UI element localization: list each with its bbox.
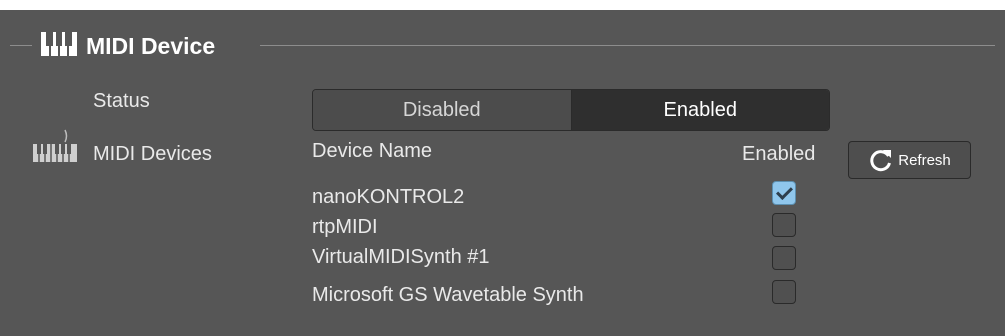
- section-header: MIDI Device: [40, 30, 215, 62]
- device-name: VirtualMIDISynth #1: [312, 246, 490, 268]
- section-title: MIDI Device: [86, 32, 216, 59]
- device-name: Microsoft GS Wavetable Synth: [312, 284, 584, 306]
- device-name: nanoKONTROL2: [312, 186, 465, 208]
- status-toggle[interactable]: Disabled Enabled: [312, 89, 830, 131]
- status-enabled-option[interactable]: Enabled: [571, 90, 829, 130]
- refresh-button[interactable]: Refresh: [848, 141, 971, 179]
- device-enabled-checkbox[interactable]: [772, 280, 796, 304]
- enabled-column-header: Enabled: [742, 143, 816, 165]
- device-name: rtpMIDI: [312, 216, 378, 238]
- device-name-column-header: Device Name: [312, 140, 433, 162]
- piano-keys-icon: [40, 31, 78, 62]
- section-divider-left: [10, 45, 32, 46]
- status-label: Status: [93, 90, 150, 112]
- midi-keyboard-icon: [31, 128, 81, 169]
- midi-devices-label: MIDI Devices: [93, 143, 212, 165]
- midi-device-panel: MIDI Device Status Disabled Enabled MIDI…: [0, 10, 1005, 336]
- refresh-icon: [870, 150, 892, 172]
- refresh-button-label: Refresh: [898, 151, 951, 169]
- status-disabled-option[interactable]: Disabled: [313, 90, 572, 130]
- device-enabled-checkbox[interactable]: [772, 213, 796, 237]
- section-divider-right: [260, 45, 995, 46]
- device-enabled-checkbox[interactable]: [772, 181, 796, 205]
- device-enabled-checkbox[interactable]: [772, 246, 796, 270]
